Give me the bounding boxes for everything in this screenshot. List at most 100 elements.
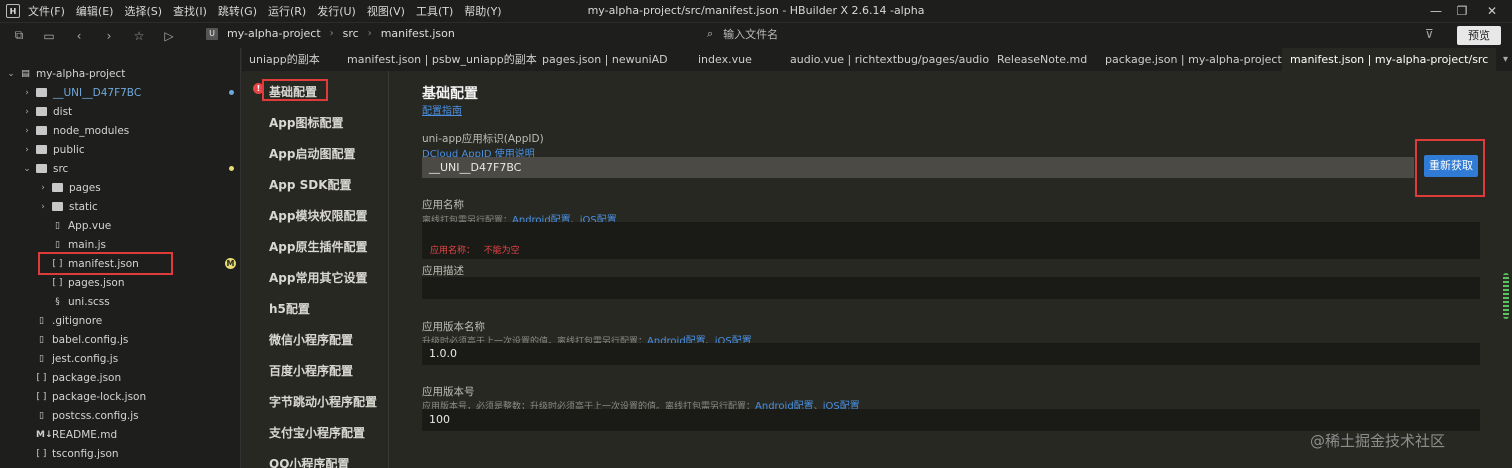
menu-view[interactable]: 视图(V) [367,3,405,19]
forward-icon[interactable]: › [98,25,120,47]
tree-item-package-lock[interactable]: [ ] package-lock.json [0,387,241,406]
folder-icon [52,202,63,211]
tab-index-vue[interactable]: index.vue [698,48,752,71]
highlight-box [38,252,173,275]
breadcrumb-file[interactable]: manifest.json [381,27,455,40]
file-search-input[interactable]: 输入文件名 [723,26,778,42]
tree-item-label: dist [53,105,73,118]
tree-item-gitignore[interactable]: ▯ .gitignore [0,311,241,330]
hbuilder-logo-icon: H [6,4,20,18]
tab-manifest-active[interactable]: manifest.json | my-alpha-project/src [1282,48,1497,71]
app-desc-input[interactable] [422,277,1480,299]
menu-bar: H 文件(F) 编辑(E) 选择(S) 查找(I) 跳转(G) 运行(R) 发行… [0,0,1512,22]
tree-item-label: pages [69,181,101,194]
chevron-right-icon: › [25,144,29,155]
version-name-input[interactable]: 1.0.0 [422,343,1480,365]
menu-file[interactable]: 文件(F) [28,3,65,19]
nav-baidu-mp[interactable]: 百度小程序配置 [269,362,353,379]
file-icon: ▯ [55,239,60,250]
tab-uniapp-copy[interactable]: uniapp的副本 [249,48,320,71]
breadcrumb-project[interactable]: my-alpha-project [227,27,321,40]
star-icon[interactable]: ☆ [128,25,150,47]
tree-item-postcss[interactable]: ▯ postcss.config.js [0,406,241,425]
nav-h5[interactable]: h5配置 [269,300,310,317]
json-file-icon: [ ] [36,372,47,383]
file-icon: ▯ [39,410,44,421]
menu-help[interactable]: 帮助(Y) [464,3,501,19]
breadcrumb-src[interactable]: src [343,27,359,40]
chevron-right-icon: › [25,106,29,117]
file-icon: ▯ [39,315,44,326]
tree-item-jest[interactable]: ▯ jest.config.js [0,349,241,368]
menu-goto[interactable]: 跳转(G) [218,3,257,19]
preview-button[interactable]: 预览 [1457,26,1501,45]
nav-qq-mp[interactable]: QQ小程序配置 [269,455,349,468]
tree-item-root[interactable]: ⌄ ▤ my-alpha-project [0,64,241,83]
new-file-icon[interactable]: ⧉ [8,25,30,47]
run-icon[interactable]: ▷ [158,25,180,47]
tree-item-uni-scss[interactable]: § uni.scss [0,292,241,311]
nav-app-other[interactable]: App常用其它设置 [269,269,367,286]
tree-item-label: pages.json [68,276,125,289]
menu-run[interactable]: 运行(R) [268,3,306,19]
menu-tools[interactable]: 工具(T) [416,3,453,19]
menu-publish[interactable]: 发行(U) [317,3,356,19]
menu-select[interactable]: 选择(S) [124,3,162,19]
tree-item-babel[interactable]: ▯ babel.config.js [0,330,241,349]
guide-link[interactable]: 配置指南 [422,102,462,117]
chevron-right-icon: › [41,182,45,193]
nav-app-native-plugins[interactable]: App原生插件配置 [269,238,367,255]
chevron-right-icon: › [367,28,372,39]
tab-audio-vue[interactable]: audio.vue | richtextbug/pages/audio [790,48,989,71]
tab-manifest-psbw[interactable]: manifest.json | psbw_uniapp的副本 [347,48,537,71]
nav-app-splash[interactable]: App启动图配置 [269,145,355,162]
nav-app-permissions[interactable]: App模块权限配置 [269,207,367,224]
file-icon: ▯ [55,220,60,231]
nav-alipay-mp[interactable]: 支付宝小程序配置 [269,424,365,441]
nav-weixin-mp[interactable]: 微信小程序配置 [269,331,353,348]
tree-item-label: .gitignore [52,314,103,327]
chevron-down-icon[interactable]: ▾ [1503,48,1508,71]
tree-item-dist[interactable]: › dist [0,102,241,121]
close-icon[interactable]: ✕ [1482,2,1502,20]
tab-pages-newuniad[interactable]: pages.json | newuniAD [542,48,668,71]
tree-item-unidir[interactable]: › __UNI__D47F7BC [0,83,241,102]
tab-package-json[interactable]: package.json | my-alpha-project [1105,48,1282,71]
tree-item-static[interactable]: › static [0,197,241,216]
nav-app-icon[interactable]: App图标配置 [269,114,343,131]
menu-find[interactable]: 查找(I) [173,3,207,19]
tree-item-pages[interactable]: › pages [0,178,241,197]
minimize-icon[interactable]: — [1426,2,1446,20]
app-desc-label: 应用描述 [422,265,464,277]
tree-item-pages-json[interactable]: [ ] pages.json [0,273,241,292]
tab-releasenote[interactable]: ReleaseNote.md [997,48,1087,71]
save-icon[interactable]: ▭ [38,25,60,47]
project-icon: U [206,27,218,40]
menu-edit[interactable]: 编辑(E) [76,3,114,19]
tree-item-tsconfig[interactable]: [ ] tsconfig.json [0,444,241,463]
app-name-input[interactable] [422,222,1480,244]
tree-item-readme[interactable]: M↓ README.md [0,425,241,444]
style-file-icon: § [55,296,60,307]
version-code-input[interactable]: 100 [422,409,1480,431]
tree-item-app-vue[interactable]: ▯ App.vue [0,216,241,235]
filter-icon[interactable]: ⊽ [1425,27,1434,41]
back-icon[interactable]: ‹ [68,25,90,47]
file-search[interactable]: ⌕ 输入文件名 [707,26,778,42]
file-icon: ▯ [39,334,44,345]
folder-icon [36,145,47,154]
project-icon: ▤ [21,68,30,79]
error-label: 应用名称： [430,246,476,256]
nav-app-sdk[interactable]: App SDK配置 [269,176,352,193]
tree-item-node-modules[interactable]: › node_modules [0,121,241,140]
chevron-down-icon: ⌄ [23,163,31,174]
nav-toutiao-mp[interactable]: 字节跳动小程序配置 [269,393,377,410]
tree-item-label: package.json [52,371,122,384]
config-form: 基础配置 配置指南 uni-app应用标识(AppID) DCloud AppI… [390,71,1500,468]
tree-item-public[interactable]: › public [0,140,241,159]
scrollbar[interactable] [1503,273,1509,319]
restore-icon[interactable]: ❐ [1452,2,1472,20]
tree-item-label: static [69,200,98,213]
tree-item-src[interactable]: ⌄ src [0,159,241,178]
tree-item-package-json[interactable]: [ ] package.json [0,368,241,387]
